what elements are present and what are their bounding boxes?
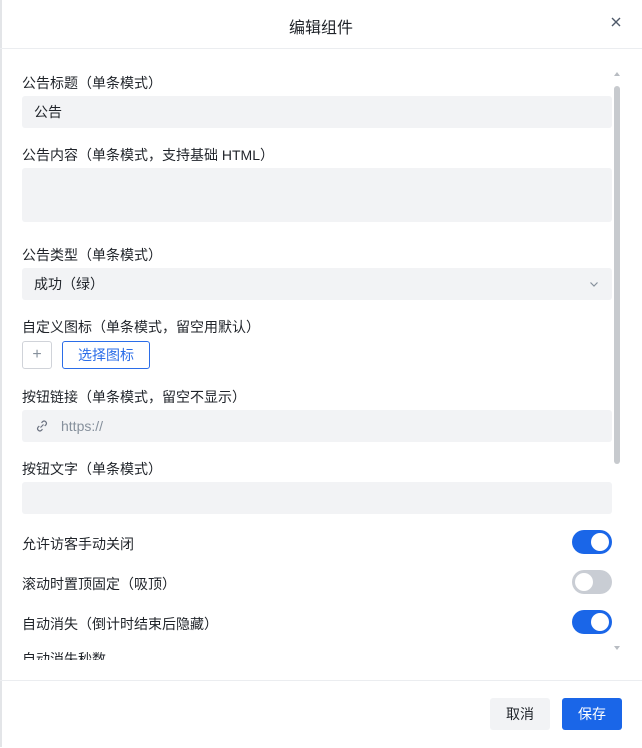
cancel-button[interactable]: 取消 xyxy=(490,698,550,730)
auto-dismiss-seconds-label: 自动消失秒数 xyxy=(22,652,106,660)
toggle-knob xyxy=(575,573,593,591)
notice-type-select[interactable]: 成功（绿） xyxy=(22,268,612,300)
close-button[interactable] xyxy=(608,14,624,30)
button-link-input[interactable]: https:// xyxy=(22,410,612,442)
toggle-knob xyxy=(591,533,609,551)
notice-title-input[interactable]: 公告 xyxy=(22,96,612,128)
button-text-input[interactable] xyxy=(22,482,612,514)
toggle-auto-dismiss[interactable] xyxy=(572,610,612,634)
dialog-title: 编辑组件 xyxy=(288,20,353,37)
button-link-placeholder: https:// xyxy=(61,418,104,434)
link-icon xyxy=(37,420,47,432)
notice-content-textarea[interactable] xyxy=(22,168,612,222)
upload-icon-button[interactable]: + xyxy=(22,341,52,369)
custom-icon-label: 自定义图标（单条模式，留空用默认） xyxy=(22,319,260,335)
dialog-footer: 取消 保存 xyxy=(0,680,642,748)
chevron-down-icon xyxy=(590,282,598,287)
toggle-sticky-top[interactable] xyxy=(572,570,612,594)
button-text-label: 按钮文字（单条模式） xyxy=(22,461,162,477)
dialog-body[interactable]: 公告标题（单条模式） 公告 公告内容（单条模式，支持基础 HTML） 公告类型（… xyxy=(0,49,642,679)
toggle-knob xyxy=(591,613,609,631)
notice-title-label: 公告标题（单条模式） xyxy=(22,75,162,91)
button-link-label: 按钮链接（单条模式，留空不显示） xyxy=(22,389,246,405)
scroll-up-arrow-icon[interactable] xyxy=(614,72,620,76)
notice-content-label: 公告内容（单条模式，支持基础 HTML） xyxy=(22,147,274,163)
close-icon xyxy=(611,17,621,27)
scrollbar-thumb[interactable] xyxy=(614,86,620,464)
choose-icon-button[interactable]: 选择图标 xyxy=(62,341,150,369)
toggle-label-sticky-top: 滚动时置顶固定（吸顶） xyxy=(22,576,176,592)
notice-type-selected: 成功（绿） xyxy=(34,276,104,292)
save-button[interactable]: 保存 xyxy=(562,698,622,730)
edit-component-dialog: 编辑组件 公告标题（单条模式） 公告 公告内容（单条模式，支持基础 HTML） … xyxy=(0,0,642,747)
toggle-label-auto-dismiss: 自动消失（倒计时结束后隐藏） xyxy=(22,616,218,632)
toggle-allow-close[interactable] xyxy=(572,530,612,554)
dialog-header: 编辑组件 xyxy=(0,0,642,49)
toggle-label-allow-close: 允许访客手动关闭 xyxy=(22,536,134,552)
notice-title-value: 公告 xyxy=(34,104,62,120)
scroll-down-arrow-icon[interactable] xyxy=(614,646,620,650)
notice-type-label: 公告类型（单条模式） xyxy=(22,247,162,263)
